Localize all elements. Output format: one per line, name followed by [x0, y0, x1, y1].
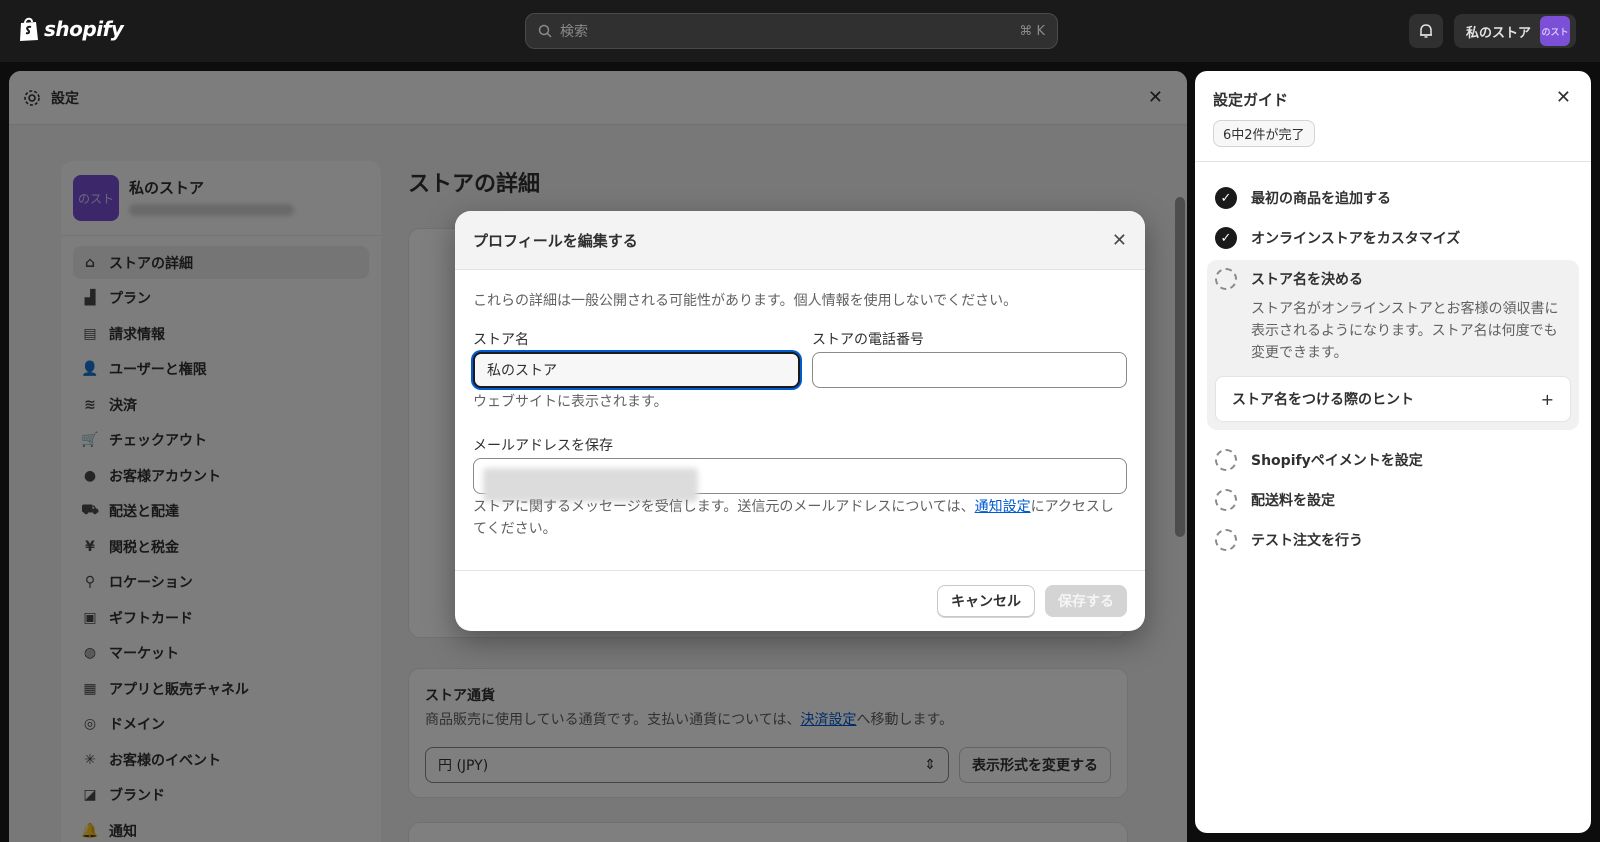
email-label: メールアドレスを保存 [473, 438, 613, 454]
logo-text: shopify [44, 17, 124, 41]
cancel-button[interactable]: キャンセル [937, 585, 1035, 617]
store-name-label: ストア名 [473, 332, 529, 348]
notifications-button[interactable] [1409, 14, 1443, 48]
incomplete-circle-icon [1215, 268, 1237, 290]
phone-input[interactable] [812, 352, 1127, 388]
shopify-bag-icon [20, 17, 38, 41]
guide-step-open-description: ストア名がオンラインストアとお客様の領収書に表示されるようになります。ストア名は… [1251, 301, 1559, 361]
guide-step-done[interactable]: ✓ 最初の商品を追加する [1207, 178, 1579, 218]
plus-icon: + [1540, 389, 1554, 409]
checkmark-icon: ✓ [1215, 227, 1237, 249]
notification-settings-link[interactable]: 通知設定 [975, 499, 1031, 515]
store-name-input[interactable] [473, 352, 800, 388]
setup-guide-close-icon[interactable]: ✕ [1556, 87, 1571, 108]
search-placeholder: 検索 [560, 24, 588, 40]
incomplete-circle-icon [1215, 489, 1237, 511]
guide-step-label: テスト注文を行う [1251, 533, 1363, 549]
store-name-tips-button[interactable]: ストア名をつける際のヒント + [1215, 376, 1571, 422]
search-shortcut: ⌘ K [1019, 23, 1045, 39]
shopify-logo[interactable]: shopify [18, 16, 124, 42]
guide-step-open-header[interactable]: ストア名を決める [1215, 268, 1571, 290]
guide-step-done[interactable]: ✓ オンラインストアをカスタマイズ [1207, 218, 1579, 258]
store-menu-button[interactable]: 私のストア のスト [1454, 14, 1576, 48]
search-bar[interactable]: 検索 ⌘ K [525, 13, 1058, 49]
guide-step-open-title: ストア名を決める [1251, 272, 1363, 288]
save-button[interactable]: 保存する [1045, 585, 1127, 617]
guide-step-todo[interactable]: Shopifyペイメントを設定 [1207, 440, 1579, 480]
modal-footer: キャンセル 保存する [455, 570, 1145, 631]
guide-step-label: 最初の商品を追加する [1251, 191, 1391, 207]
setup-guide-title: 設定ガイド [1213, 91, 1289, 109]
modal-title: プロフィールを編集する [473, 231, 638, 250]
phone-label: ストアの電話番号 [812, 332, 924, 348]
store-menu-name: 私のストア [1466, 25, 1532, 41]
setup-guide-panel: 設定ガイド ✕ 6中2件が完了 ✓ 最初の商品を追加する ✓ オンラインストアをカス… [1195, 71, 1591, 833]
modal-body: これらの詳細は一般公開される可能性があります。個人情報を使用しないでください。 … [455, 270, 1145, 570]
setup-guide-progress: 6中2件が完了 [1213, 120, 1315, 147]
guide-step-open: ストア名を決める ストア名がオンラインストアとお客様の領収書に表示されるようにな… [1207, 260, 1579, 430]
checkmark-icon: ✓ [1215, 187, 1237, 209]
search-icon [538, 24, 552, 38]
guide-step-todo[interactable]: テスト注文を行う [1207, 520, 1579, 560]
guide-step-label: 配送料を設定 [1251, 493, 1335, 509]
top-bar: shopify 検索 ⌘ K 私のストア のスト [0, 0, 1600, 62]
incomplete-circle-icon [1215, 529, 1237, 551]
tip-label: ストア名をつける際のヒント [1232, 392, 1414, 408]
modal-header: プロフィールを編集する ✕ [455, 211, 1145, 270]
edit-profile-modal: プロフィールを編集する ✕ これらの詳細は一般公開される可能性があります。個人情… [455, 211, 1145, 631]
bell-icon [1420, 24, 1432, 38]
setup-guide-header: 設定ガイド ✕ 6中2件が完了 [1195, 71, 1591, 162]
modal-intro: これらの詳細は一般公開される可能性があります。個人情報を使用しないでください。 [473, 293, 1018, 309]
modal-close-icon[interactable]: ✕ [1112, 230, 1127, 251]
guide-step-todo[interactable]: 配送料を設定 [1207, 480, 1579, 520]
email-help: ストアに関するメッセージを受信します。送信元のメールアドレスについては、通知設定… [473, 496, 1127, 540]
incomplete-circle-icon [1215, 449, 1237, 471]
guide-step-label: Shopifyペイメントを設定 [1251, 453, 1423, 469]
email-help-text: ストアに関するメッセージを受信します。送信元のメールアドレスについては、 [473, 499, 975, 515]
guide-step-label: オンラインストアをカスタマイズ [1251, 231, 1461, 247]
setup-guide-steps: ✓ 最初の商品を追加する ✓ オンラインストアをカスタマイズ ストア名を決める スト… [1195, 162, 1591, 576]
store-name-help: ウェブサイトに表示されます。 [473, 394, 668, 410]
store-avatar: のスト [1540, 16, 1570, 46]
